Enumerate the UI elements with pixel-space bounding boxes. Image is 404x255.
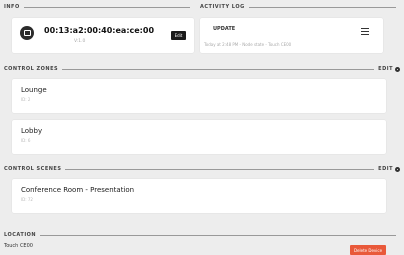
device-info-card: 00:13:a2:00:40:ea:ce:00 V:1.0 Edit [12, 18, 194, 53]
divider [40, 234, 396, 236]
scene-name: Conference Room - Presentation [21, 186, 135, 194]
control-zones-section-label: CONTROL ZONES [4, 66, 59, 72]
edit-label: EDIT [378, 166, 393, 172]
scene-id: ID: 72 [21, 197, 33, 202]
list-icon[interactable] [361, 28, 369, 37]
firmware-version: V:1.0 [74, 39, 86, 44]
list-item[interactable]: Conference Room - Presentation ID: 72 [12, 179, 386, 213]
activity-log-title: UPDATE [213, 26, 236, 32]
mac-address: 00:13:a2:00:40:ea:ce:00 [44, 26, 155, 35]
location-value: Touch CE00 [4, 243, 33, 249]
info-section-label: INFO [4, 4, 20, 10]
list-item[interactable]: Lobby ID: 6 [12, 120, 386, 154]
control-scenes-edit-button[interactable]: EDIT [378, 166, 400, 172]
location-section-label: LOCATION [4, 232, 37, 238]
control-scenes-section-label: CONTROL SCENES [4, 166, 62, 172]
zone-name: Lounge [21, 86, 47, 94]
zone-id: ID: 2 [21, 97, 31, 102]
delete-device-button[interactable]: Delete Device [350, 245, 386, 255]
list-item[interactable]: Lounge ID: 2 [12, 79, 386, 113]
zone-name: Lobby [21, 127, 43, 135]
activity-log-section-header: ACTIVITY LOG [200, 4, 400, 10]
activity-log-card[interactable]: UPDATE Today at 2:48 PM - Node state - T… [200, 18, 383, 53]
gear-icon [395, 66, 400, 72]
edit-label: EDIT [378, 66, 393, 72]
activity-log-detail: Today at 2:48 PM - Node state - Touch CE… [204, 42, 292, 47]
edit-device-button[interactable]: Edit [171, 31, 186, 40]
divider [248, 6, 396, 8]
zone-id: ID: 6 [21, 138, 31, 143]
device-icon [20, 26, 34, 40]
control-zones-edit-button[interactable]: EDIT [378, 66, 400, 72]
divider [62, 68, 375, 70]
location-section-header: LOCATION [4, 232, 400, 238]
divider [23, 6, 190, 8]
divider [65, 168, 375, 170]
control-zones-section-header: CONTROL ZONES EDIT [4, 66, 400, 72]
gear-icon [395, 166, 400, 172]
info-section-header: INFO [4, 4, 194, 10]
control-scenes-section-header: CONTROL SCENES EDIT [4, 166, 400, 172]
activity-log-section-label: ACTIVITY LOG [200, 4, 245, 10]
